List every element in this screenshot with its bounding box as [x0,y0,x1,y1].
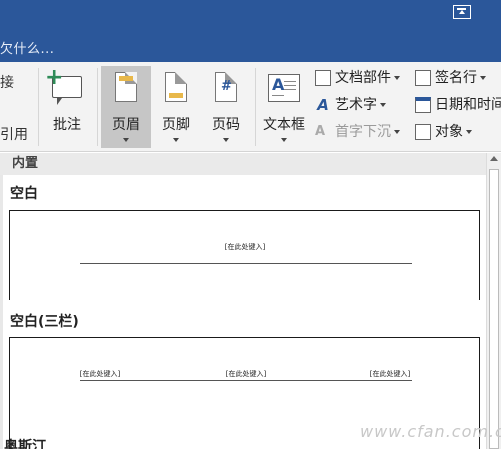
hash-glyph: # [221,79,232,94]
footer-icon [165,72,187,102]
date-time-button[interactable]: 日期和时间 [415,95,501,115]
object-icon [415,124,431,140]
gallery-scrollbar[interactable] [486,153,501,449]
chevron-down-icon [480,76,486,80]
object-label: 对象 [435,124,463,140]
textbox-button[interactable]: A 文本框 [258,66,310,148]
footer-button[interactable]: 页脚 [152,66,200,148]
quick-parts-button[interactable]: 文档部件 [315,68,400,88]
wordart-label: 艺术字 [335,97,377,113]
chevron-down-icon [394,76,400,80]
placeholder-text: [在此处键入] [369,370,411,378]
header-button[interactable]: 页眉 [101,66,151,148]
quick-parts-icon [315,70,331,86]
page-number-button[interactable]: # 页码 [202,66,250,148]
insert-ribbon: 接 引用 + 批注 页眉 页脚 # 页码 A 文本框 文档部件 A 艺术字 A … [0,62,501,152]
ribbon-display-options-icon[interactable] [453,5,471,19]
group-separator [38,68,39,146]
signature-pen-icon [415,70,431,86]
drop-cap-label: 首字下沉 [335,124,391,140]
object-button[interactable]: 对象 [415,122,472,142]
textbox-icon: A [268,74,300,102]
header-gallery: 内置 空白 [在此处键入] 空白(三栏) [在此处键入] [在此处键入] [在此… [0,153,501,449]
watermark-text: www.cfan.com.cn [360,422,501,441]
textbox-label: 文本框 [263,117,305,133]
quick-parts-label: 文档部件 [335,70,391,86]
gallery-item-title: 空白(三栏) [10,314,79,330]
gallery-item-blank[interactable]: [在此处键入] [9,210,480,300]
ribbon-partial-label-bottom[interactable]: 引用 [0,124,28,144]
chevron-down-icon [466,130,472,134]
placeholder-text: [在此处键入] [79,370,121,378]
chevron-down-icon [394,130,400,134]
chevron-down-icon [380,103,386,107]
section-builtin: 内置 [0,153,486,175]
drop-cap-icon: A [315,124,326,139]
header-rule [80,380,412,381]
footer-label: 页脚 [162,117,190,133]
header-rule [80,263,412,264]
placeholder-text: [在此处键入] [224,243,266,251]
scroll-up-icon[interactable] [490,156,498,161]
signature-line-button[interactable]: 签名行 [415,68,486,88]
wordart-button[interactable]: A 艺术字 [315,95,386,115]
document-edge [0,153,3,449]
group-separator [97,68,98,146]
ribbon-partial-label-top[interactable]: 接 [0,72,14,92]
scroll-thumb[interactable] [489,169,499,449]
placeholder-text: [在此处键入] [225,370,267,378]
footer-dropdown-arrow [173,138,179,142]
tell-me-search[interactable]: 欠什么... [0,38,54,57]
comment-button[interactable]: + 批注 [42,66,92,148]
group-separator [255,68,256,146]
signature-line-label: 签名行 [435,70,477,86]
gallery-item-title: 奥斯汀 [4,439,46,449]
textbox-dropdown-arrow [281,138,287,142]
drop-cap-button[interactable]: A 首字下沉 [315,122,400,142]
new-comment-icon: + [45,67,82,105]
header-label: 页眉 [112,117,140,133]
page-number-label: 页码 [212,117,240,133]
calendar-icon [415,97,431,113]
wordart-icon: A [317,96,329,114]
date-time-label: 日期和时间 [435,97,501,113]
page-number-icon: # [215,72,237,102]
comment-label: 批注 [53,117,81,133]
title-bar: 欠什么... [0,0,501,62]
header-dropdown-arrow [123,138,129,142]
gallery-item-title: 空白 [10,186,38,202]
header-icon [115,72,137,102]
page-number-dropdown-arrow [223,138,229,142]
